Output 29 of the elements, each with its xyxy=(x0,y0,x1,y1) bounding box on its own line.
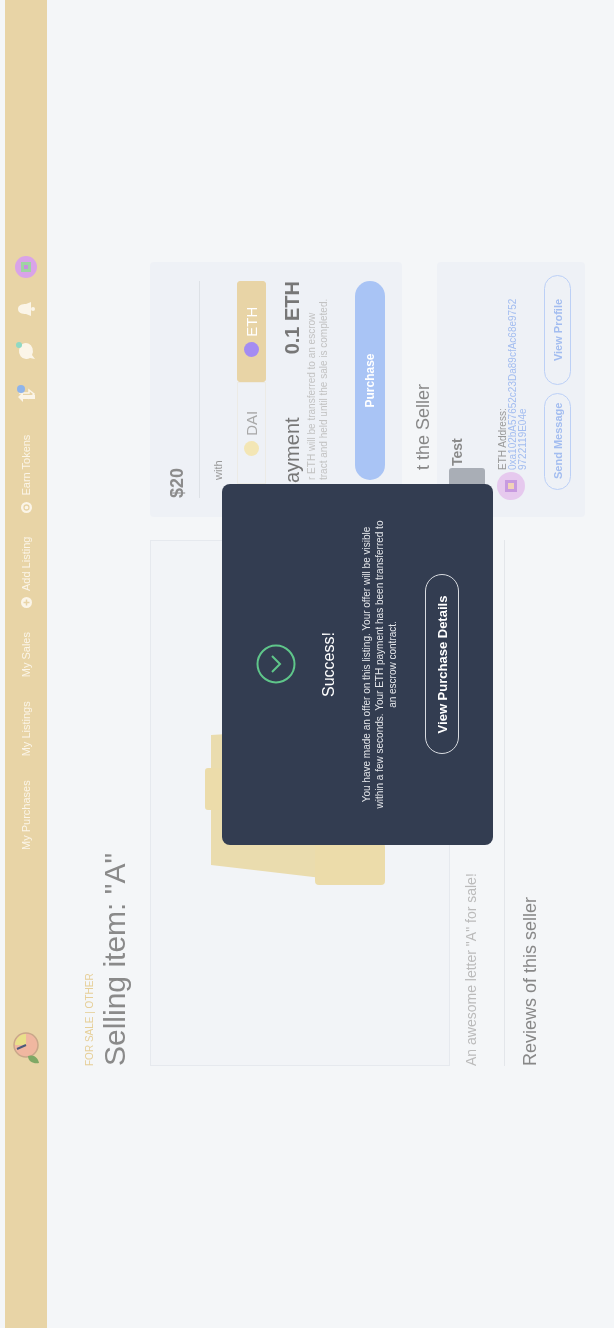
dialog-message: You have made an offer on this listing. Your offer will be visible within a few seconds. Your ETH payment has been transferred to an escrow contract. xyxy=(360,519,399,810)
plus-circle-icon xyxy=(20,597,32,608)
pay-with-label: with xyxy=(211,459,225,480)
seller-name: Test xyxy=(450,438,464,466)
payment-amount: 0.1 ETH xyxy=(280,281,304,355)
logo-icon[interactable] xyxy=(11,1031,41,1065)
purchase-button[interactable]: Purchase xyxy=(355,281,385,480)
currency-option[interactable]: ETH xyxy=(237,281,266,383)
payment-heading: ayment xyxy=(280,417,304,483)
nav-link[interactable]: Earn Tokens xyxy=(20,434,32,513)
eth-address: 9722119E04e xyxy=(518,407,528,470)
eth-address: 0xa102bA57652c23Da89cfAc68e9752 xyxy=(508,298,518,470)
nav-link[interactable]: My Sales xyxy=(20,632,32,678)
price: $20 xyxy=(166,466,188,498)
reviews-heading: Reviews of this seller xyxy=(519,895,541,1066)
nav-link[interactable]: My Purchases xyxy=(20,780,32,850)
nav-link[interactable]: My Listings xyxy=(20,701,32,757)
avatar-icon[interactable] xyxy=(15,255,37,278)
listing-title: Selling item: "A" xyxy=(98,851,132,1066)
token-icon xyxy=(20,501,32,513)
about-seller-heading: t the Seller xyxy=(412,382,434,472)
avatar-icon xyxy=(497,472,525,500)
chat-icon[interactable] xyxy=(15,339,37,362)
dialog-title: Success! xyxy=(320,632,338,697)
nav-link[interactable]: Add Listing xyxy=(20,536,32,608)
listing-description: An awesome letter "A" for sale! xyxy=(462,872,480,1066)
address-label: ETH Address: xyxy=(498,407,508,470)
success-check-icon xyxy=(256,644,296,685)
category-label: FOR SALE | OTHER xyxy=(83,972,96,1066)
